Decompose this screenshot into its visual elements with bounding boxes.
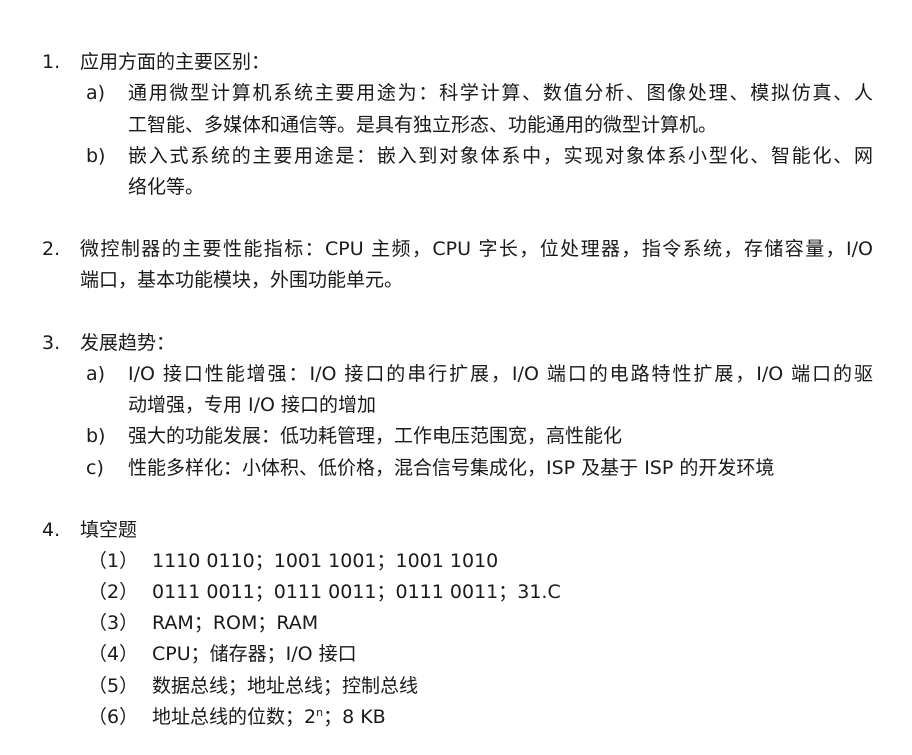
answer-text-6-before: 地址总线的位数；2 [152, 706, 317, 728]
item-text-3c-line1: 性能多样化：小体积、低价格，混合信号集成化，ISP 及基于 ISP 的开发环境 [128, 457, 775, 479]
answer-text-5: 数据总线；地址总线；控制总线 [152, 675, 419, 697]
item-marker-1b: b) [86, 145, 106, 167]
item-marker-1a: a) [86, 82, 106, 104]
document-page: 1. 应用方面的主要区别： a) 通用微型计算机系统主要用途为：科学计算、数值分… [0, 0, 912, 755]
answer-marker-4: （4） [88, 643, 139, 665]
answer-marker-6: （6） [88, 706, 139, 728]
item-text-1b-line2: 络化等。 [128, 176, 205, 198]
answer-marker-3: （3） [88, 612, 139, 634]
answer-text-6-after: ；8 KB [323, 706, 386, 728]
section-number-2: 2. [42, 238, 61, 260]
answer-text-2: 0111 0011；0111 0011；0111 0011；31.C [152, 581, 561, 603]
section-title-3: 发展趋势： [80, 332, 176, 354]
answer-marker-5: （5） [88, 675, 139, 697]
answer-text-4: CPU；储存器；I/O 接口 [152, 643, 357, 665]
item-text-1a-line1: 通用微型计算机系统主要用途为：科学计算、数值分析、图像处理、模拟仿真、人 [128, 82, 873, 104]
item-text-3a-line1: I/O 接口性能增强：I/O 接口的串行扩展，I/O 端口的电路特性扩展，I/O… [128, 363, 873, 385]
answer-text-6-superscript: n [316, 706, 324, 719]
item-marker-3a: a) [86, 363, 106, 385]
section-number-1: 1. [42, 51, 61, 73]
answer-marker-2: （2） [88, 581, 139, 603]
section-number-3: 3. [42, 332, 61, 354]
answer-text-6: 地址总线的位数；2n；8 KB [152, 706, 386, 728]
section-text-2-line2: 端口，基本功能模块，外围功能单元。 [80, 269, 404, 291]
item-marker-3b: b) [86, 425, 106, 447]
item-text-1a-line2: 工智能、多媒体和通信等。是具有独立形态、功能通用的微型计算机。 [128, 114, 718, 136]
section-title-4: 填空题 [80, 519, 138, 541]
item-text-3b-line1: 强大的功能发展：低功耗管理，工作电压范围宽，高性能化 [128, 425, 623, 447]
answer-marker-1: （1） [88, 550, 139, 572]
item-text-1b-line1: 嵌入式系统的主要用途是：嵌入到对象体系中，实现对象体系小型化、智能化、网 [128, 145, 873, 167]
item-text-3a-line2: 动增强，专用 I/O 接口的增加 [128, 394, 377, 416]
section-text-2-line1: 微控制器的主要性能指标：CPU 主频，CPU 字长，位处理器，指令系统，存储容量… [80, 238, 873, 260]
item-marker-3c: c) [86, 457, 104, 479]
answer-text-3: RAM；ROM；RAM [152, 612, 319, 634]
section-title-1: 应用方面的主要区别： [80, 51, 271, 73]
section-number-4: 4. [42, 519, 61, 541]
answer-text-1: 1110 0110；1001 1001；1001 1010 [152, 550, 499, 572]
